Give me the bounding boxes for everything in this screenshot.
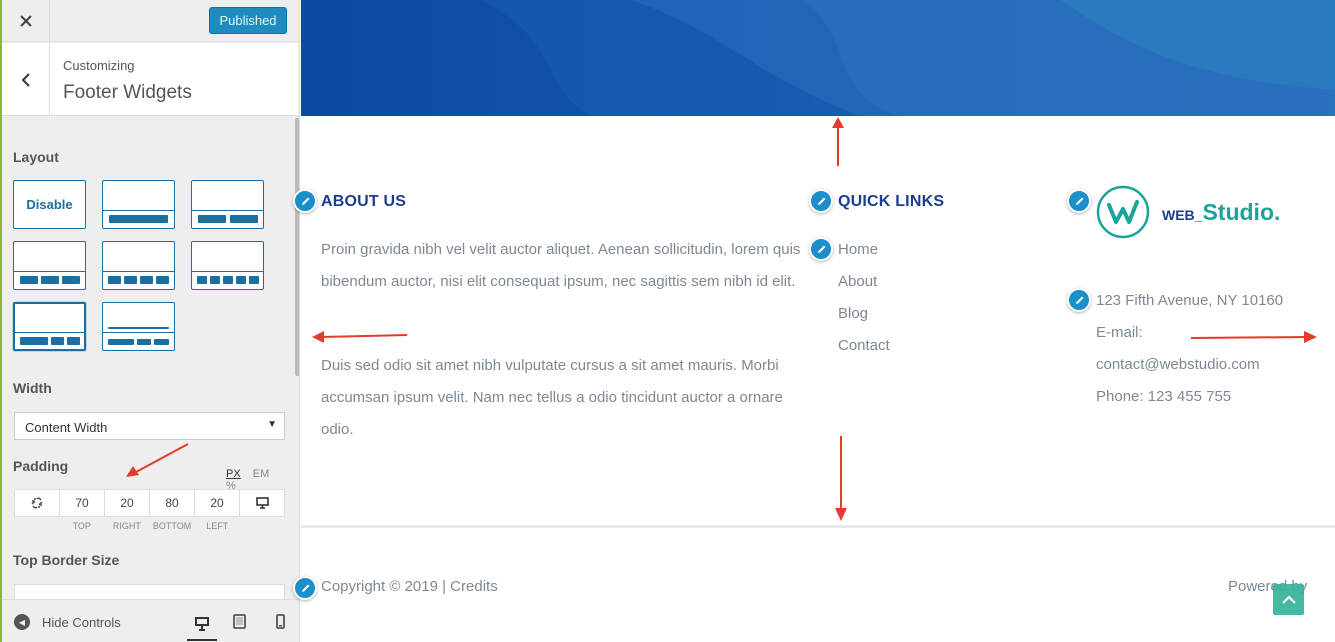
contact-address: 123 Fifth Avenue, NY 10160: [1096, 292, 1284, 309]
pencil-icon: [301, 584, 309, 592]
padding-bottom-label: BOTTOM: [152, 521, 192, 531]
padding-right-input[interactable]: 20: [105, 490, 150, 516]
edit-copyright-button[interactable]: [293, 576, 317, 600]
layout-option-5[interactable]: [191, 241, 264, 290]
hero-banner: [301, 0, 1335, 116]
unlink-icon: [31, 497, 43, 509]
padding-left-arrow: [312, 331, 408, 343]
padding-right-arrow: [1190, 331, 1317, 343]
width-select[interactable]: Content Width ▼: [14, 412, 285, 440]
desktop-icon: [195, 617, 209, 631]
about-paragraph-1: Proin gravida nibh vel velit auctor aliq…: [321, 241, 801, 290]
preview-mobile-button[interactable]: [269, 610, 291, 632]
pencil-icon: [1075, 197, 1083, 205]
back-button[interactable]: [2, 43, 50, 116]
padding-label: Padding: [13, 458, 69, 474]
layout-label: Layout: [13, 149, 59, 165]
link-values-button[interactable]: [15, 490, 60, 516]
arrow-left-circle-icon: ◀: [14, 614, 30, 630]
layout-option-6-selected[interactable]: [13, 302, 86, 351]
pencil-icon: [817, 197, 825, 205]
desktop-icon: [255, 497, 269, 509]
contact-email-label: E-mail:: [1096, 324, 1143, 341]
breadcrumb: Customizing: [63, 58, 135, 73]
webstudio-logo-mark: [1096, 185, 1150, 239]
mobile-icon: [275, 613, 285, 629]
preview-tablet-button[interactable]: [228, 610, 250, 632]
padding-top-input[interactable]: 70: [60, 490, 105, 516]
unit-px[interactable]: PX: [226, 468, 241, 480]
logo-studio: Studio.: [1202, 199, 1281, 225]
hero-wave-shapes: [481, 0, 1335, 116]
contact-phone: Phone: 123 455 755: [1096, 388, 1232, 405]
section-header: Customizing Footer Widgets: [2, 43, 298, 116]
layout-option-4[interactable]: [102, 241, 175, 290]
chevron-left-icon: [21, 72, 30, 87]
edit-contact-widget-button[interactable]: [1067, 288, 1091, 312]
quick-link-about[interactable]: About: [838, 273, 877, 290]
customizer-sidebar: Published Customizing Footer Widgets Lay…: [0, 0, 300, 642]
width-select-value: Content Width: [25, 420, 108, 435]
footer-divider: [301, 525, 1335, 528]
padding-top-arrow: [832, 117, 844, 166]
section-title: Footer Widgets: [63, 82, 192, 103]
width-label: Width: [13, 380, 52, 396]
close-customizer-button[interactable]: [2, 0, 50, 42]
padding-inputs: 70 20 80 20: [14, 489, 285, 517]
padding-top-label: TOP: [72, 521, 91, 531]
close-icon: [19, 15, 32, 27]
layout-option-1[interactable]: [102, 180, 175, 229]
top-border-size-label: Top Border Size: [13, 552, 120, 568]
pencil-icon: [1075, 296, 1083, 304]
scroll-to-top-button[interactable]: [1273, 584, 1304, 615]
sidebar-footer: ◀ Hide Controls: [2, 599, 299, 642]
chevron-up-icon: [1281, 595, 1296, 604]
logo-web: WEB_: [1162, 207, 1203, 223]
layout-option-disable[interactable]: Disable: [13, 180, 86, 229]
quick-link-contact[interactable]: Contact: [838, 337, 890, 354]
edit-logo-widget-button[interactable]: [1067, 189, 1091, 213]
pencil-icon: [817, 245, 825, 253]
edit-menu-button[interactable]: [809, 237, 833, 261]
tablet-icon: [232, 613, 246, 629]
about-us-title: ABOUT US: [321, 193, 407, 210]
caret-down-icon: ▼: [267, 419, 277, 430]
preview-desktop-button[interactable]: [187, 608, 217, 641]
padding-sublabels: TOP RIGHT BOTTOM LEFT: [14, 521, 285, 531]
sidebar-topbar: Published: [2, 0, 299, 42]
about-paragraph-2: Duis sed odio sit amet nibh vulputate cu…: [321, 357, 783, 438]
padding-right-label: RIGHT: [112, 521, 141, 531]
pencil-icon: [301, 197, 309, 205]
padding-bottom-arrow: [835, 436, 847, 521]
edit-quick-links-widget-button[interactable]: [809, 189, 833, 213]
layout-option-3[interactable]: [13, 241, 86, 290]
padding-left-label: LEFT: [206, 521, 229, 531]
sidebar-scrollbar[interactable]: [295, 118, 299, 376]
copyright-text: Copyright © 2019 | Credits: [321, 578, 498, 595]
sidebar-controls: Layout Disable Width Content Width ▼ Pad…: [2, 117, 298, 604]
quick-link-home[interactable]: Home: [838, 241, 878, 258]
quick-link-blog[interactable]: Blog: [838, 305, 868, 322]
hide-controls-button[interactable]: ◀ Hide Controls: [14, 614, 121, 630]
padding-bottom-input[interactable]: 80: [150, 490, 195, 516]
edit-about-widget-button[interactable]: [293, 189, 317, 213]
layout-option-2[interactable]: [191, 180, 264, 229]
hide-controls-label: Hide Controls: [42, 614, 121, 630]
unit-em[interactable]: EM: [253, 468, 270, 480]
padding-setting-arrow: [126, 443, 189, 477]
layout-option-7[interactable]: [102, 302, 175, 351]
quick-links-title: QUICK LINKS: [838, 193, 945, 210]
published-button[interactable]: Published: [209, 7, 287, 34]
contact-email[interactable]: contact@webstudio.com: [1096, 356, 1260, 373]
webstudio-logo-text: WEB_Studio.: [1162, 199, 1280, 226]
responsive-device-button[interactable]: [240, 490, 284, 516]
site-preview: ABOUT US Proin gravida nibh vel velit au…: [293, 0, 1335, 642]
padding-left-input[interactable]: 20: [195, 490, 240, 516]
